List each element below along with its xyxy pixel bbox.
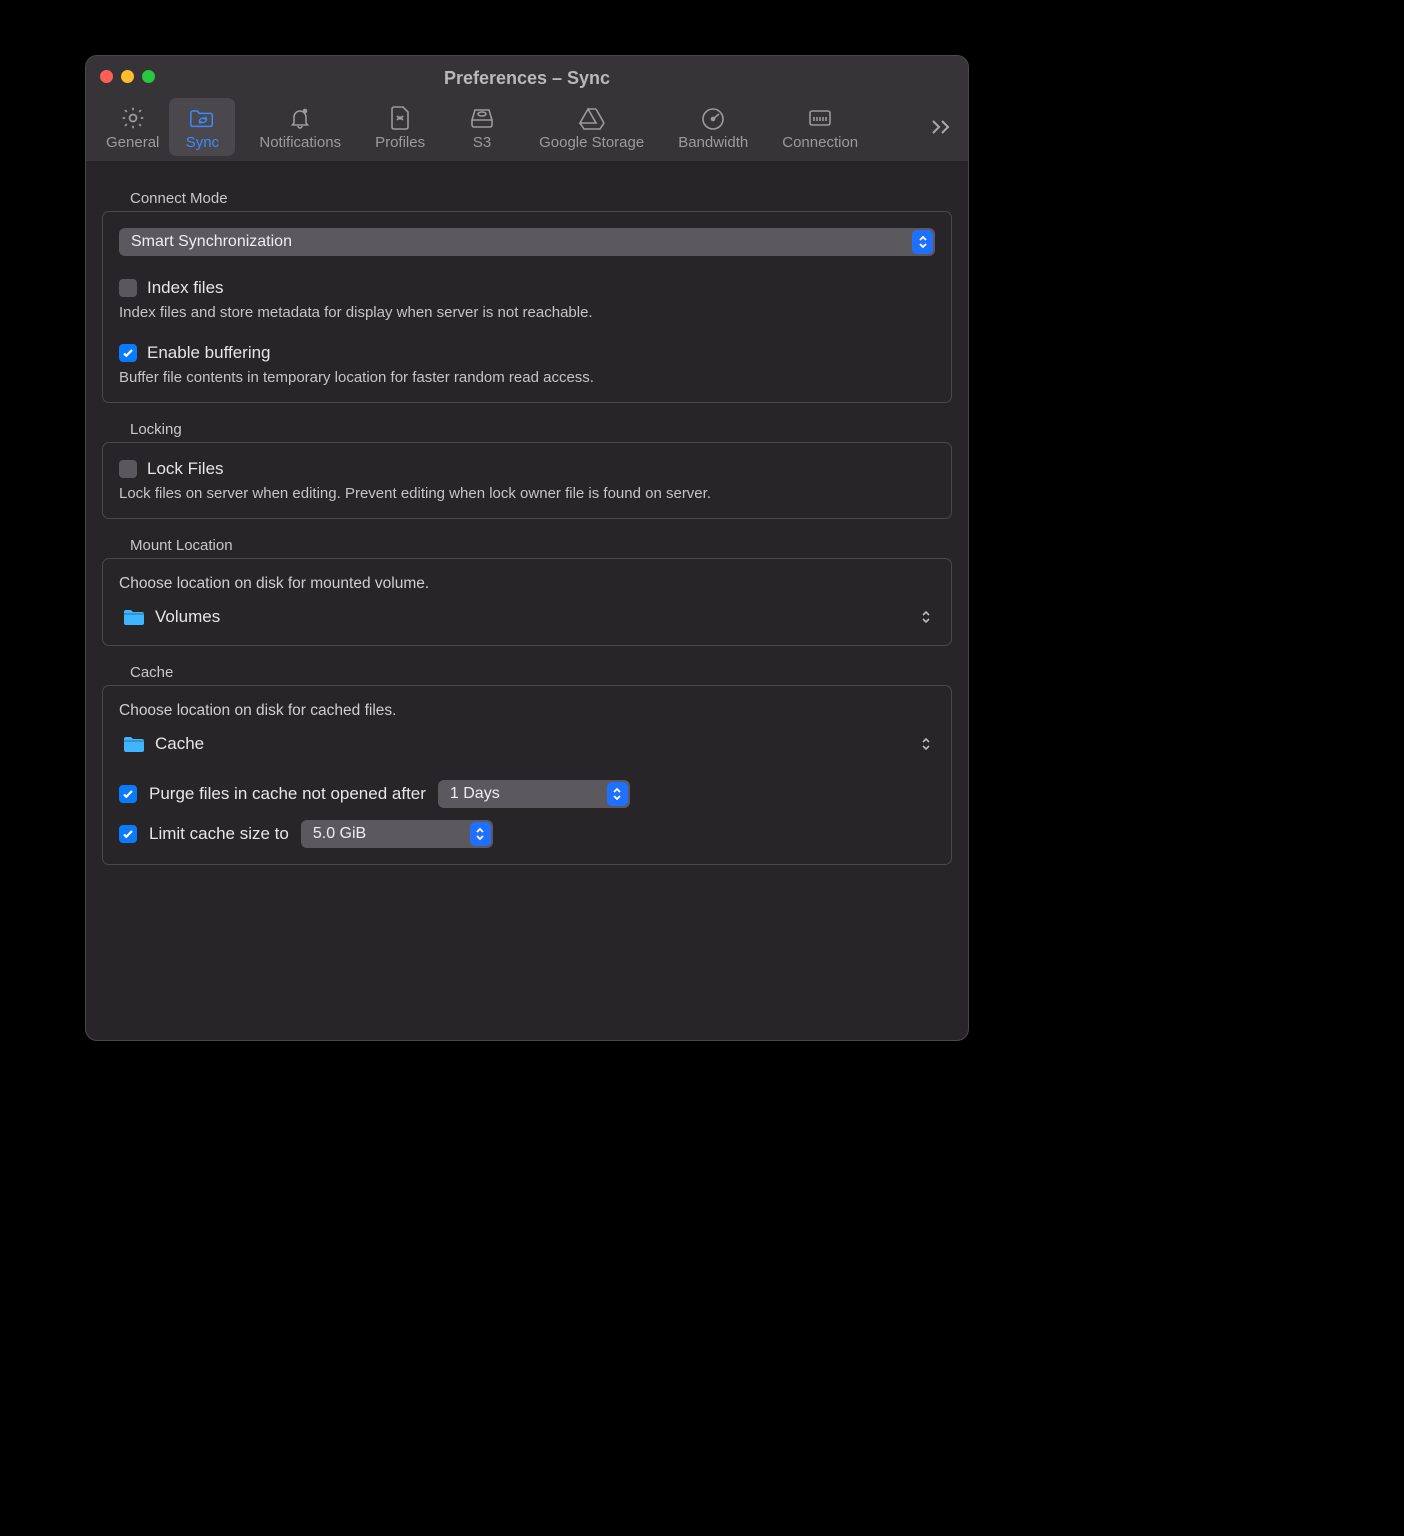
tab-label: S3: [473, 134, 491, 151]
updown-icon: [470, 822, 491, 846]
lock-files-desc: Lock files on server when editing. Preve…: [119, 485, 935, 502]
toolbar-overflow-icon[interactable]: [924, 110, 958, 144]
purge-duration-select[interactable]: 1 Days: [438, 780, 630, 808]
lock-files-checkbox[interactable]: [119, 460, 137, 478]
section-label-cache: Cache: [130, 664, 952, 681]
gear-icon: [119, 104, 147, 132]
tab-general[interactable]: General: [96, 98, 169, 156]
document-icon: [386, 104, 414, 132]
index-files-checkbox[interactable]: [119, 279, 137, 297]
tab-label: Bandwidth: [678, 134, 748, 151]
index-files-label: Index files: [147, 278, 224, 298]
preferences-window: Preferences – Sync General: [85, 55, 969, 1041]
locking-panel: Lock Files Lock files on server when edi…: [102, 442, 952, 519]
gauge-icon: [699, 104, 727, 132]
enable-buffering-label: Enable buffering: [147, 343, 271, 363]
cache-panel: Choose location on disk for cached files…: [102, 685, 952, 865]
section-label-locking: Locking: [130, 421, 952, 438]
section-label-mount: Mount Location: [130, 537, 952, 554]
limit-cache-label: Limit cache size to: [149, 824, 289, 844]
updown-icon: [912, 230, 933, 254]
mount-folder-name: Volumes: [155, 607, 220, 627]
tab-profiles[interactable]: Profiles: [365, 98, 435, 156]
cache-folder-select[interactable]: Cache: [119, 732, 935, 756]
purge-cache-label: Purge files in cache not opened after: [149, 784, 426, 804]
tab-label: Connection: [782, 134, 858, 151]
tab-notifications[interactable]: Notifications: [249, 98, 351, 156]
enable-buffering-desc: Buffer file contents in temporary locati…: [119, 369, 935, 386]
connect-mode-select[interactable]: Smart Synchronization: [119, 228, 935, 256]
google-storage-icon: [578, 104, 606, 132]
cache-size-select[interactable]: 5.0 GiB: [301, 820, 493, 848]
enable-buffering-checkbox[interactable]: [119, 344, 137, 362]
select-value: 1 Days: [450, 785, 500, 803]
index-files-desc: Index files and store metadata for displ…: [119, 304, 935, 321]
updown-icon: [921, 609, 931, 625]
folder-sync-icon: [188, 104, 216, 132]
content-area: Connect Mode Smart Synchronization Index…: [86, 162, 968, 1040]
connect-mode-panel: Smart Synchronization Index files Index …: [102, 211, 952, 403]
tab-sync[interactable]: Sync: [169, 98, 235, 156]
limit-cache-checkbox[interactable]: [119, 825, 137, 843]
s3-drive-icon: [468, 104, 496, 132]
mount-folder-select[interactable]: Volumes: [119, 605, 935, 629]
tab-label: Profiles: [375, 134, 425, 151]
updown-icon: [607, 782, 628, 806]
tab-google-storage[interactable]: Google Storage: [529, 98, 654, 156]
titlebar: Preferences – Sync General: [86, 56, 968, 162]
tab-label: General: [106, 134, 159, 151]
tab-s3[interactable]: S3: [449, 98, 515, 156]
tab-label: Sync: [186, 134, 219, 151]
purge-cache-checkbox[interactable]: [119, 785, 137, 803]
bell-icon: [286, 104, 314, 132]
tab-label: Google Storage: [539, 134, 644, 151]
cache-folder-name: Cache: [155, 734, 204, 754]
folder-icon: [123, 608, 145, 626]
select-value: Smart Synchronization: [131, 233, 292, 251]
tab-bandwidth[interactable]: Bandwidth: [668, 98, 758, 156]
section-label-connect-mode: Connect Mode: [130, 190, 952, 207]
tab-label: Notifications: [259, 134, 341, 151]
mount-note: Choose location on disk for mounted volu…: [119, 575, 935, 593]
updown-icon: [921, 736, 931, 752]
folder-icon: [123, 735, 145, 753]
window-title: Preferences – Sync: [86, 68, 968, 89]
cache-note: Choose location on disk for cached files…: [119, 702, 935, 720]
select-value: 5.0 GiB: [313, 825, 366, 843]
toolbar: General Sync: [96, 96, 958, 158]
lock-files-label: Lock Files: [147, 459, 224, 479]
tab-connection[interactable]: Connection: [772, 98, 868, 156]
ethernet-icon: [806, 104, 834, 132]
mount-panel: Choose location on disk for mounted volu…: [102, 558, 952, 646]
